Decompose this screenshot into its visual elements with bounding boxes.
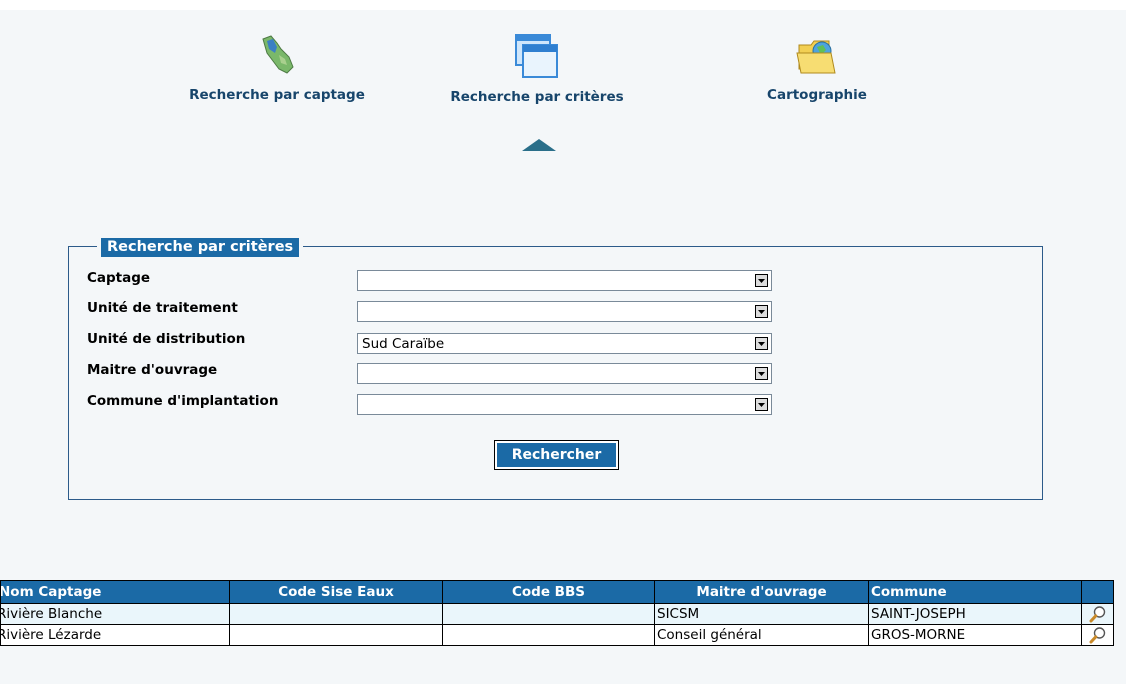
column-header[interactable]: Code BBS	[442, 580, 655, 604]
column-header[interactable]: Maitre d'ouvrage	[654, 580, 869, 604]
label-unite-traitement: Unité de traitement	[87, 300, 238, 316]
results-table: Nom Captage Code Sise Eaux Code BBS Mait…	[0, 580, 1114, 646]
column-header[interactable]: Code Sise Eaux	[229, 580, 443, 604]
column-header	[1081, 580, 1114, 604]
chevron-down-icon[interactable]	[755, 305, 768, 318]
cell-commune: SAINT-JOSEPH	[868, 603, 1082, 625]
cell-code-sise	[229, 603, 443, 625]
cell-code-bbs	[442, 624, 655, 646]
select-unite-distribution-value: Sud Caraïbe	[362, 336, 445, 352]
rechercher-button[interactable]: Rechercher	[494, 440, 619, 470]
cell-code-sise	[229, 624, 443, 646]
magnifier-icon[interactable]	[1089, 605, 1107, 623]
label-maitre-ouvrage: Maitre d'ouvrage	[87, 362, 218, 378]
table-row[interactable]: Rivière Blanche SICSM SAINT-JOSEPH	[0, 603, 1114, 625]
nav-cartographie-label[interactable]: Cartographie	[742, 87, 892, 103]
chevron-down-icon[interactable]	[755, 398, 768, 411]
label-captage: Captage	[87, 270, 151, 286]
select-unite-traitement[interactable]	[357, 301, 772, 322]
table-row[interactable]: Rivière Lézarde Conseil général GROS-MOR…	[0, 624, 1114, 646]
chevron-down-icon[interactable]	[755, 274, 768, 287]
criteria-legend: Recherche par critères	[97, 236, 304, 257]
table-header-row: Nom Captage Code Sise Eaux Code BBS Mait…	[0, 580, 1114, 604]
column-header[interactable]: Commune	[868, 580, 1082, 604]
chevron-down-icon[interactable]	[755, 337, 768, 350]
chevron-down-icon[interactable]	[755, 367, 768, 380]
nav-cartographie[interactable]: Cartographie	[742, 33, 892, 103]
select-unite-distribution[interactable]: Sud Caraïbe	[357, 333, 772, 354]
cell-commune: GROS-MORNE	[868, 624, 1082, 646]
rechercher-button-label: Rechercher	[497, 443, 616, 467]
cell-nom-captage: Rivière Lézarde	[0, 624, 230, 646]
map-icon	[262, 35, 294, 74]
active-tab-indicator-icon	[522, 139, 556, 151]
cell-detail[interactable]	[1081, 603, 1114, 625]
select-captage[interactable]	[357, 270, 772, 291]
select-commune-implantation[interactable]	[357, 394, 772, 415]
select-maitre-ouvrage[interactable]	[357, 363, 772, 384]
cell-nom-captage: Rivière Blanche	[0, 603, 230, 625]
nav-recherche-captage[interactable]: Recherche par captage	[172, 33, 382, 103]
label-unite-distribution: Unité de distribution	[87, 331, 246, 347]
cell-maitre-ouvrage: Conseil général	[654, 624, 869, 646]
cell-code-bbs	[442, 603, 655, 625]
magnifier-icon[interactable]	[1089, 626, 1107, 644]
column-header[interactable]: Nom Captage	[0, 580, 230, 604]
cell-maitre-ouvrage: SICSM	[654, 603, 869, 625]
nav-captage-label[interactable]: Recherche par captage	[172, 87, 382, 103]
cell-detail[interactable]	[1081, 624, 1114, 646]
window-icon	[515, 34, 558, 78]
nav-recherche-criteres[interactable]: Recherche par critères	[432, 33, 642, 105]
folder-globe-icon	[796, 40, 836, 74]
nav-criteres-label[interactable]: Recherche par critères	[432, 89, 642, 105]
label-commune-implantation: Commune d'implantation	[87, 393, 279, 409]
